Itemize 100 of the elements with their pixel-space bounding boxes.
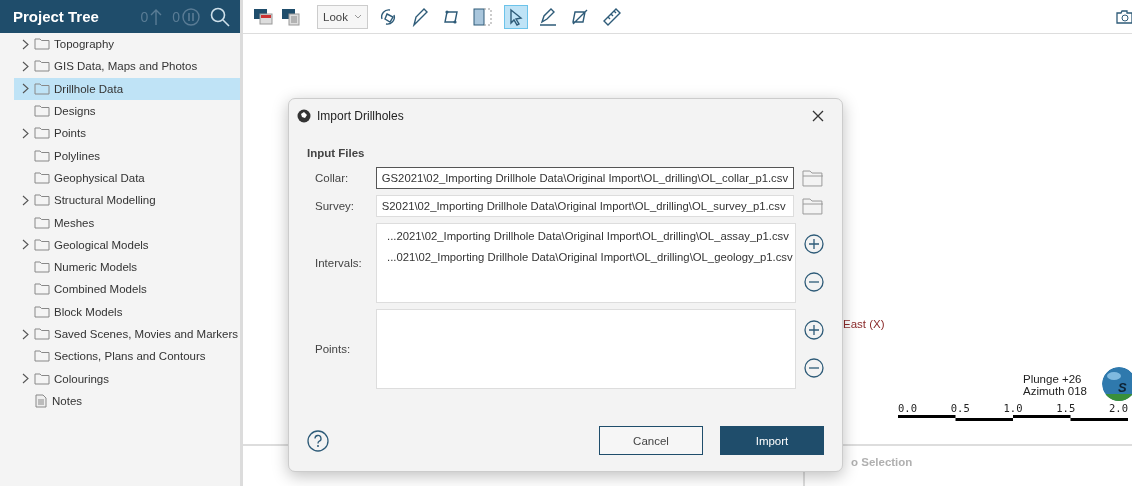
remove-icon[interactable] <box>804 272 824 292</box>
tree-item-label: Numeric Models <box>54 261 138 274</box>
file-path[interactable]: ...021\02_Importing Drillhole Data\Original Import\OL_drilling\OL_geology_p1.csv <box>387 251 795 263</box>
caret-icon <box>353 14 362 19</box>
tree-item[interactable]: Numeric Models <box>14 255 240 279</box>
field-label: Intervals: <box>314 257 363 269</box>
tree-item[interactable]: GIS Data, Maps and Photos <box>14 55 240 78</box>
axis-label: East (X) <box>843 318 885 330</box>
chevron-right-icon[interactable] <box>21 194 29 206</box>
folder-icon <box>34 38 50 51</box>
scale-label: 2.0 <box>1109 402 1128 414</box>
intervals-list[interactable]: ...2021\02_Importing Drillhole Data\Original Import\OL_drilling\OL_assay_p1.csv ...021\02_Importing Drillhole Data\Original Import\OL_drilling\OL_geology_p1.csv <box>376 223 796 303</box>
monitor-icon[interactable] <box>253 7 273 26</box>
slice-icon <box>472 6 495 27</box>
tree-item[interactable]: Meshes <box>14 211 240 234</box>
chevron-right-icon[interactable] <box>21 373 29 385</box>
cancel-button[interactable]: Cancel <box>599 426 703 455</box>
tree-item-label: Combined Models <box>54 283 147 296</box>
tree-item[interactable]: Combined Models <box>14 278 240 301</box>
tree-item-label: Structural Modelling <box>54 194 156 207</box>
count: 0 <box>172 8 180 25</box>
chevron-right-icon[interactable] <box>21 60 29 72</box>
folder-icon <box>34 350 50 363</box>
chevron-right-icon[interactable] <box>21 83 29 95</box>
folder-icon <box>34 149 50 162</box>
tree-item-label: Geophysical Data <box>54 171 145 184</box>
tree-item-label: Meshes <box>54 216 95 229</box>
tree-item-label: Geological Models <box>54 238 149 251</box>
help-icon[interactable] <box>307 429 329 452</box>
survey-field[interactable]: S2021\02_Importing Drillhole Data\Original Import\OL_drilling\OL_survey_p1.csv <box>375 195 795 217</box>
section-heading: Input Files <box>307 147 366 159</box>
close-icon[interactable] <box>812 110 824 122</box>
chevron-right-icon[interactable] <box>21 239 29 251</box>
tree-item-label: Designs <box>54 105 96 118</box>
file-path[interactable]: ...2021\02_Importing Drillhole Data\Original Import\OL_drilling\OL_assay_p1.csv <box>387 230 795 242</box>
folder-icon <box>34 82 50 95</box>
tree-item[interactable]: Designs <box>14 99 240 123</box>
folder-icon <box>34 194 50 207</box>
pencil-icon <box>410 6 429 27</box>
folder-icon <box>34 105 50 118</box>
scale-label: 1.0 <box>1003 402 1023 414</box>
tree-item-label: Saved Scenes, Movies and Markers <box>54 328 239 340</box>
folder-icon <box>34 171 50 184</box>
tree-item-label: Polylines <box>54 149 101 162</box>
document-icon <box>34 393 48 408</box>
cursor-icon <box>507 7 524 26</box>
tree-item-label: Colourings <box>54 372 109 385</box>
tree-item[interactable]: Polylines <box>14 144 240 167</box>
panel-title: Project Tree <box>13 8 100 25</box>
tree-item[interactable]: Drillhole Data <box>14 77 240 100</box>
folder-icon <box>34 305 50 318</box>
tree-item[interactable]: Block Models <box>14 300 240 323</box>
chevron-right-icon[interactable] <box>21 127 29 139</box>
plunge-label: Plunge +26 <box>1023 373 1083 385</box>
tree-item-label: Drillhole Data <box>54 82 124 95</box>
tree-item[interactable]: Saved Scenes, Movies and Markers <box>14 322 240 346</box>
tree-item[interactable]: Structural Modelling <box>14 189 240 212</box>
selection-status: o Selection <box>851 456 913 470</box>
folder-icon <box>34 372 50 385</box>
field-label: Collar: <box>314 172 350 184</box>
folder-icon <box>34 127 50 140</box>
ruler-icon <box>601 6 622 27</box>
tree-item[interactable]: Notes <box>14 389 240 413</box>
folder-icon <box>34 261 50 274</box>
view-mode-dropdown[interactable]: Look <box>317 4 368 29</box>
chevron-right-icon[interactable] <box>21 38 29 50</box>
tree-item-label: Block Models <box>54 305 123 318</box>
folder-icon <box>34 283 50 296</box>
azimuth-label: Azimuth 018 <box>1023 385 1087 397</box>
tool-button[interactable] <box>503 4 528 29</box>
app-logo-icon <box>297 109 311 123</box>
scale-label: 1.5 <box>1056 402 1076 414</box>
pencil-line-icon <box>537 6 558 27</box>
tree-item[interactable]: Geological Models <box>14 233 240 256</box>
field-label: Survey: <box>314 200 355 212</box>
tree-item[interactable]: Sections, Plans and Contours <box>14 345 240 368</box>
field-label: Points: <box>314 343 352 355</box>
search-icon[interactable] <box>210 6 230 27</box>
camera-icon[interactable] <box>1116 8 1132 25</box>
scale-label: 0.5 <box>950 402 970 414</box>
folder-icon <box>34 328 50 340</box>
tree-item-label: Sections, Plans and Contours <box>54 350 206 363</box>
monitor-delete-icon[interactable] <box>281 7 301 26</box>
collar-field[interactable]: GS2021\02_Importing Drillhole Data\Original Import\OL_drilling\OL_collar_p1.csv <box>375 167 795 189</box>
tree-item-label: Notes <box>52 394 83 407</box>
dialog-title: Import Drillholes <box>317 109 405 123</box>
add-icon[interactable] <box>804 234 824 254</box>
remove-icon[interactable] <box>804 358 824 378</box>
chevron-right-icon[interactable] <box>21 328 29 340</box>
add-icon[interactable] <box>804 320 824 340</box>
tree-item[interactable]: Points <box>14 122 240 145</box>
folder-icon <box>34 60 50 73</box>
folder-icon <box>34 238 50 251</box>
tree-item[interactable]: Colourings <box>14 367 240 390</box>
import-button[interactable]: Import <box>720 426 824 455</box>
tree-item-label: GIS Data, Maps and Photos <box>54 60 198 73</box>
tree-item-label: Topography <box>54 38 115 51</box>
tree-item[interactable]: Geophysical Data <box>14 166 240 190</box>
tree-item[interactable]: Topography <box>14 33 240 56</box>
scale-label: 0.0 <box>898 402 917 414</box>
